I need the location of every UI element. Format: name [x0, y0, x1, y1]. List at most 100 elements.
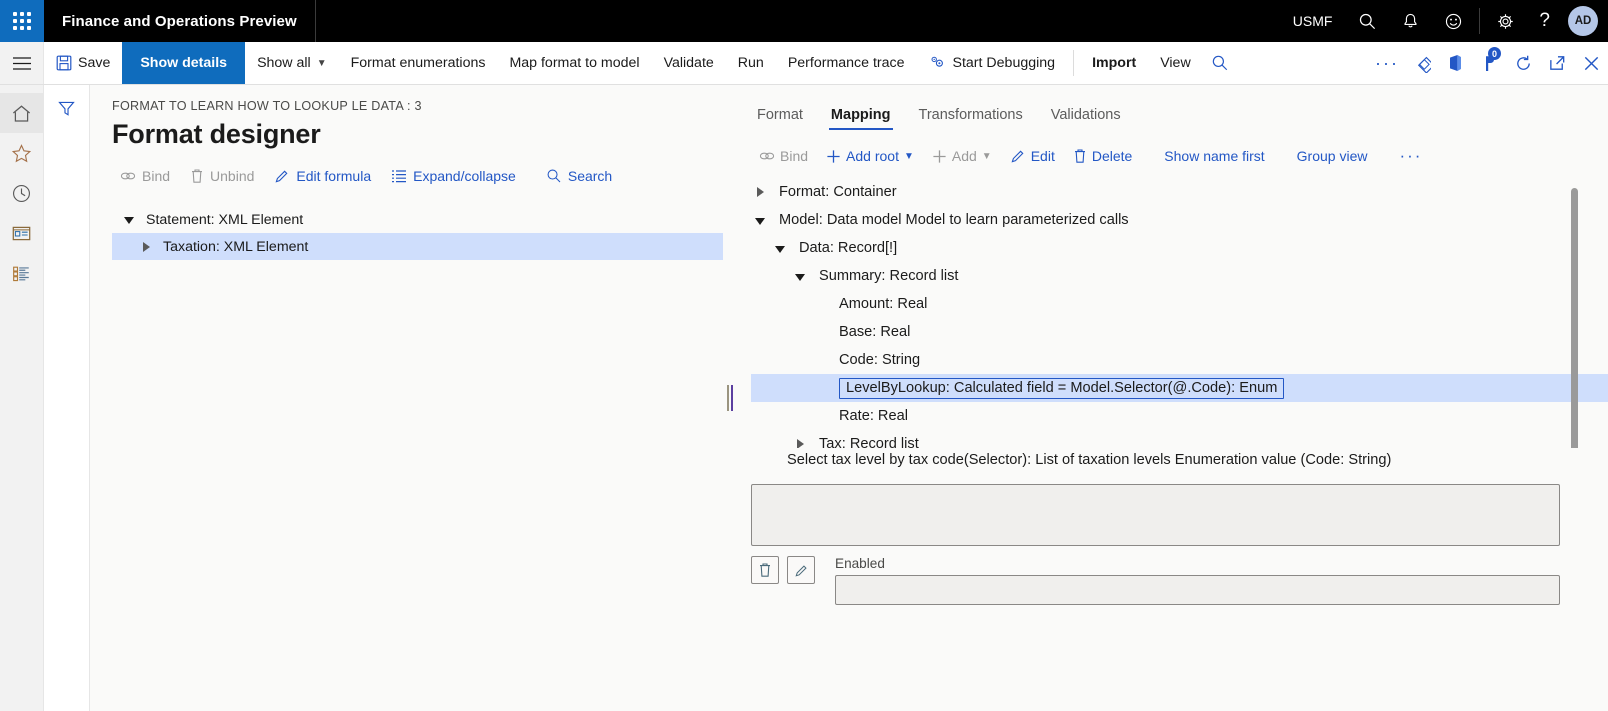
twisty-expanded-icon[interactable] [771, 245, 789, 253]
performance-trace-button[interactable]: Performance trace [776, 42, 917, 84]
map-format-to-model-button[interactable]: Map format to model [497, 42, 651, 84]
twisty-expanded-icon[interactable] [120, 216, 138, 224]
help-question-icon[interactable]: ? [1527, 0, 1562, 42]
filter-icon[interactable] [57, 99, 76, 711]
view-button[interactable]: View [1148, 42, 1203, 84]
pane-splitter[interactable] [723, 85, 737, 711]
hamburger-menu-icon[interactable] [0, 42, 44, 84]
mapping-edit-button[interactable]: Edit [1002, 144, 1063, 168]
tab-format[interactable]: Format [745, 101, 815, 132]
splitter-grip-icon [727, 385, 733, 411]
format-tree: Statement: XML Element Taxation: XML Elem… [112, 206, 723, 260]
app-bar-spacer [316, 0, 1279, 42]
mapping-add-root-button[interactable]: Add root ▼ [818, 144, 922, 168]
sidebar-item-home[interactable] [0, 93, 44, 133]
sidebar-item-modules[interactable] [0, 253, 44, 293]
notifications-bell-icon[interactable] [1389, 0, 1432, 42]
save-label: Save [78, 55, 111, 71]
mapping-add-button[interactable]: Add ▼ [924, 144, 1000, 168]
model-tree-node-label: LevelByLookup: Calculated field = Model.… [839, 377, 1285, 399]
run-button[interactable]: Run [726, 42, 776, 84]
twisty-expanded-icon[interactable] [751, 217, 769, 225]
tab-mapping[interactable]: Mapping [819, 101, 903, 132]
format-edit-formula-button[interactable]: Edit formula [266, 164, 379, 188]
tab-transformations[interactable]: Transformations [907, 101, 1035, 132]
model-tree-node[interactable]: Amount: Real [751, 290, 1608, 318]
mapping-overflow-button[interactable]: ··· [1391, 142, 1430, 170]
overflow-ellipsis-icon[interactable]: ··· [1370, 42, 1404, 84]
body-wrapper: FORMAT TO LEARN HOW TO LOOKUP LE DATA : … [0, 85, 1608, 711]
enabled-label: Enabled [835, 556, 885, 571]
app-bar: Finance and Operations Preview USMF ? AD [0, 0, 1608, 42]
import-button[interactable]: Import [1080, 42, 1148, 84]
model-tree-node[interactable]: LevelByLookup: Calculated field = Model.… [751, 374, 1608, 402]
model-tree-node[interactable]: Code: String [751, 346, 1608, 374]
feedback-smiley-icon[interactable] [1432, 0, 1475, 42]
format-tree-node-label: Statement: XML Element [146, 211, 304, 228]
company-selector[interactable]: USMF [1279, 0, 1347, 42]
format-tree-node-label: Taxation: XML Element [163, 238, 309, 255]
show-all-label: Show all [257, 55, 311, 71]
command-search-icon[interactable] [1203, 42, 1237, 84]
mapping-group-view-button[interactable]: Group view [1289, 144, 1376, 168]
sidebar-item-workspaces[interactable] [0, 213, 44, 253]
format-tree-node[interactable]: Taxation: XML Element [112, 233, 723, 260]
model-tree-node-label: Amount: Real [839, 296, 928, 312]
tab-validations[interactable]: Validations [1039, 101, 1133, 132]
twisty-collapsed-icon[interactable] [137, 241, 155, 252]
node-description: Select tax level by tax code(Selector): … [787, 452, 1392, 468]
format-unbind-button[interactable]: Unbind [182, 164, 262, 188]
format-search-button[interactable]: Search [538, 164, 620, 188]
close-icon[interactable] [1574, 42, 1608, 84]
delete-condition-button[interactable] [751, 556, 779, 584]
refresh-icon[interactable] [1506, 42, 1540, 84]
search-icon[interactable] [1346, 0, 1389, 42]
start-debugging-label: Start Debugging [952, 55, 1056, 71]
formula-preview-box[interactable] [751, 484, 1560, 546]
power-apps-icon[interactable] [1404, 42, 1438, 84]
format-bind-button[interactable]: Bind [112, 164, 178, 188]
mapping-show-name-first-button[interactable]: Show name first [1156, 144, 1272, 168]
debug-gears-icon [929, 55, 947, 71]
sidebar-item-favorites[interactable] [0, 133, 44, 173]
validate-button[interactable]: Validate [652, 42, 726, 84]
office-app-icon[interactable] [1438, 42, 1472, 84]
command-bar: Save Show details Show all ▼ Format enum… [0, 42, 1608, 85]
chevron-down-icon: ▼ [903, 150, 914, 162]
show-details-button[interactable]: Show details [122, 42, 246, 84]
enabled-input[interactable] [835, 575, 1560, 605]
format-tree-node[interactable]: Statement: XML Element [112, 206, 723, 233]
avatar[interactable]: AD [1568, 6, 1598, 36]
open-in-new-window-icon[interactable] [1540, 42, 1574, 84]
model-tree-node[interactable]: Data: Record[!] [751, 234, 1608, 262]
show-all-dropdown[interactable]: Show all ▼ [245, 42, 339, 84]
start-debugging-button[interactable]: Start Debugging [917, 42, 1068, 84]
model-tree-node[interactable]: Format: Container [751, 178, 1608, 206]
model-tree-node[interactable]: Rate: Real [751, 402, 1608, 430]
notifications-count-icon[interactable]: 0 [1472, 42, 1506, 84]
mapping-toolbar: Bind Add root ▼ Add ▼ Edit Delete Show n… [739, 132, 1608, 178]
model-tree-node[interactable]: Base: Real [751, 318, 1608, 346]
save-button[interactable]: Save [44, 42, 122, 84]
chevron-down-icon: ▼ [981, 150, 992, 162]
twisty-collapsed-icon[interactable] [791, 439, 809, 448]
settings-gear-icon[interactable] [1484, 0, 1527, 42]
twisty-expanded-icon[interactable] [791, 273, 809, 281]
model-tree-node[interactable]: Model: Data model Model to learn paramet… [751, 206, 1608, 234]
model-tree-node[interactable]: Tax: Record list [751, 430, 1608, 448]
model-tree-scrollbar[interactable] [1571, 188, 1578, 448]
model-tree-node-label: Format: Container [779, 184, 897, 200]
model-tree-node[interactable]: Summary: Record list [751, 262, 1608, 290]
app-bar-right-group: USMF ? AD [1279, 0, 1608, 42]
mapping-delete-button[interactable]: Delete [1065, 144, 1140, 168]
edit-condition-button[interactable] [787, 556, 815, 584]
save-disk-icon [56, 55, 72, 71]
list-expand-icon [391, 169, 407, 183]
format-expand-collapse-button[interactable]: Expand/collapse [383, 164, 524, 188]
mapping-bind-button[interactable]: Bind [751, 144, 816, 168]
twisty-collapsed-icon[interactable] [751, 187, 769, 197]
format-unbind-label: Unbind [210, 168, 255, 184]
sidebar-item-recent[interactable] [0, 173, 44, 213]
format-enumerations-button[interactable]: Format enumerations [339, 42, 498, 84]
app-launcher-waffle-icon[interactable] [0, 0, 44, 42]
